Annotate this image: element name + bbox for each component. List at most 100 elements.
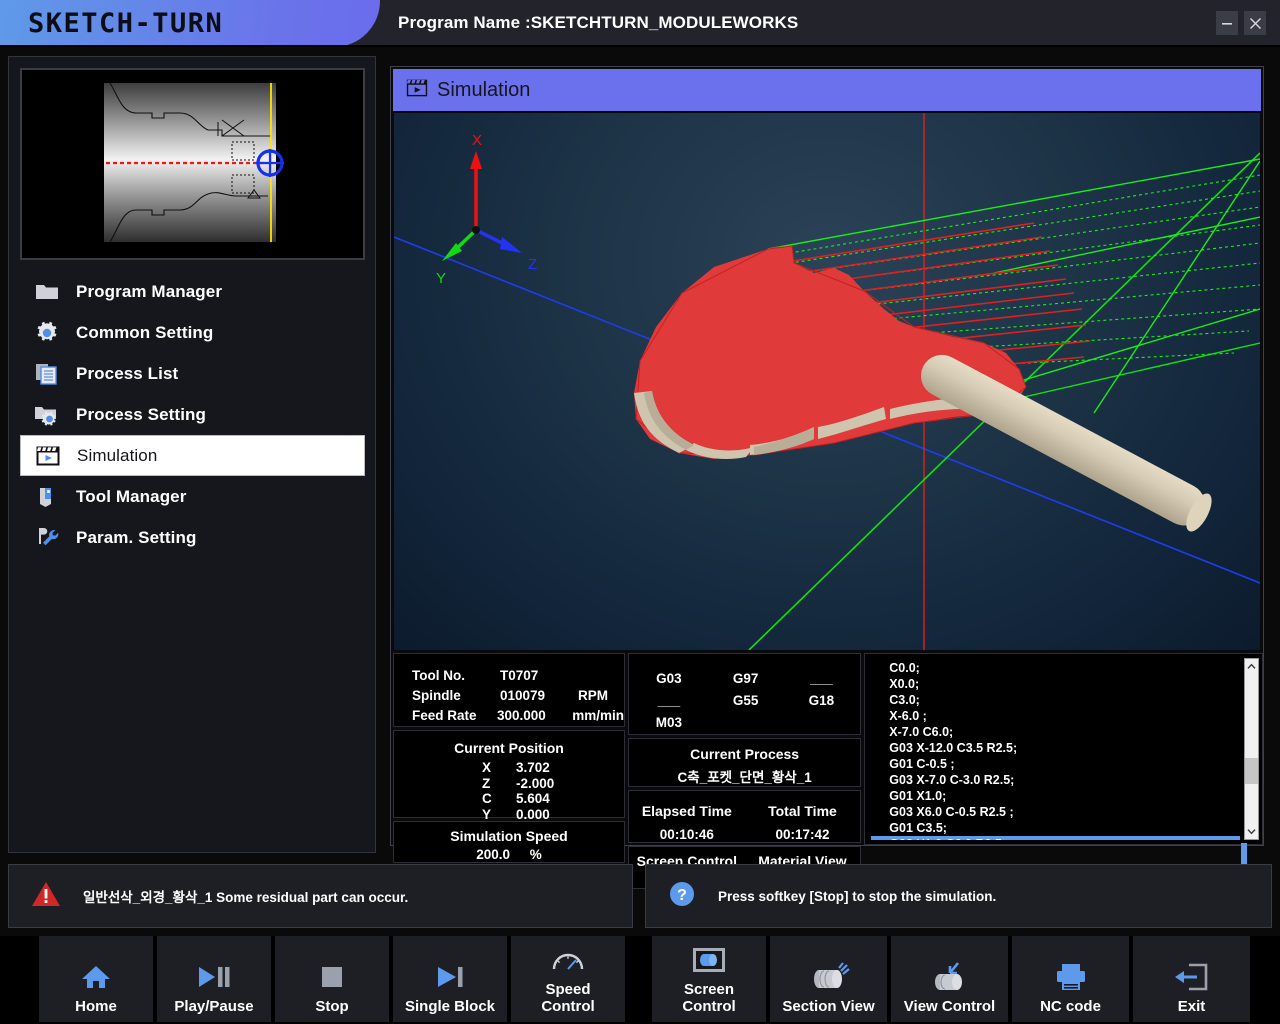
- part-profile-drawing: [22, 70, 363, 258]
- sidebar-item-label: Param. Setting: [76, 528, 196, 548]
- softkey-label: Exit: [1178, 998, 1206, 1015]
- elapsed-time-label: Elapsed Time: [629, 803, 745, 819]
- elapsed-time-block: Elapsed Time 00:10:46: [629, 803, 745, 842]
- axis-value: 0.000: [516, 807, 550, 823]
- axis-label: C: [482, 791, 516, 807]
- gcode-value: [709, 712, 783, 732]
- sidebar-item-tool-manager[interactable]: Tool Manager: [20, 476, 365, 517]
- close-button[interactable]: [1244, 11, 1266, 35]
- current-process-title: Current Process: [629, 746, 860, 762]
- softkey-label: Single Block: [405, 998, 495, 1015]
- softkey-label: Speed Control: [541, 981, 594, 1015]
- warning-message-bar: 일반선삭_외경_황삭_1 Some residual part can occu…: [8, 864, 633, 928]
- svg-text:X: X: [472, 132, 482, 149]
- screen-icon: [690, 939, 728, 981]
- play-pause-icon: [196, 956, 232, 998]
- gcode-value: [785, 712, 859, 732]
- nc-code-list-panel[interactable]: C0.0; X0.0; C3.0; X-6.0 ; X-7.0 C6.0; G0…: [864, 653, 1263, 845]
- clapperboard-icon: [35, 443, 61, 469]
- axis-value: 3.702: [516, 760, 550, 776]
- axis-value: -2.000: [516, 776, 554, 792]
- nc-code-line[interactable]: G01 X1.0;: [871, 788, 1240, 804]
- simulation-3d-viewport[interactable]: X Y Z: [394, 113, 1260, 650]
- info-message-text: Press softkey [Stop] to stop the simulat…: [718, 889, 996, 904]
- gauge-icon: [550, 939, 586, 981]
- question-circle-icon: ?: [668, 880, 696, 913]
- part-preview-thumbnail[interactable]: [20, 68, 365, 260]
- nc-code-line[interactable]: G01 C3.5;: [871, 820, 1240, 836]
- spindle-value: 010079: [500, 686, 578, 706]
- gcode-value: M03: [631, 712, 707, 732]
- sidebar-item-program-manager[interactable]: Program Manager: [20, 271, 365, 312]
- simulation-speed-cell[interactable]: Simulation Speed 200.0 %: [393, 821, 625, 863]
- sidebar-item-param-setting[interactable]: Param. Setting: [20, 517, 365, 558]
- softkey-nc-code[interactable]: NC code: [1012, 936, 1129, 1022]
- nc-code-line[interactable]: X-6.0 ;: [871, 708, 1240, 724]
- close-icon: [1249, 17, 1262, 30]
- wrench-icon: [34, 525, 60, 551]
- tool-no-row: Tool No. T0707: [412, 666, 624, 686]
- axis-label: Z: [482, 776, 516, 792]
- softkey-section-view[interactable]: Section View: [770, 936, 887, 1022]
- softkey-view-control[interactable]: View Control: [891, 936, 1008, 1022]
- gcode-modal-cell: G03 G97 ___ ___ G55 G18 M03: [628, 653, 861, 735]
- svg-text:Z: Z: [528, 256, 537, 273]
- feed-rate-label: Feed Rate: [412, 706, 497, 726]
- sidebar-item-label: Tool Manager: [76, 487, 186, 507]
- nc-code-line[interactable]: G03 X6.0 C-0.5 R2.5 ;: [871, 804, 1240, 820]
- scroll-up-icon[interactable]: [1245, 659, 1258, 674]
- softkey-home[interactable]: Home: [39, 936, 153, 1022]
- softkey-stop[interactable]: Stop: [275, 936, 389, 1022]
- softkey-label: Stop: [315, 998, 348, 1015]
- title-bar: SKETCH-TURN Program Name :SKETCHTURN_MOD…: [0, 0, 1280, 47]
- home-icon: [80, 956, 112, 998]
- sidebar-item-common-setting[interactable]: Common Setting: [20, 312, 365, 353]
- sidebar-item-simulation[interactable]: Simulation: [20, 435, 365, 476]
- nc-code-line[interactable]: C3.0;: [871, 692, 1240, 708]
- scrollbar-thumb[interactable]: [1245, 758, 1258, 784]
- current-position-title: Current Position: [394, 740, 624, 756]
- nc-code-line-selected[interactable]: G03 X1.0 C6.0 R2.5;: [871, 836, 1240, 840]
- softkey-label: Play/Pause: [174, 998, 253, 1015]
- nc-code-line[interactable]: X0.0;: [871, 676, 1240, 692]
- nc-code-scrollbar[interactable]: [1244, 658, 1259, 840]
- softkey-bar: Home Play/Pause Stop: [0, 936, 1280, 1024]
- sidebar-item-process-list[interactable]: Process List: [20, 353, 365, 394]
- document-list-icon: [34, 361, 60, 387]
- softkey-speed-control[interactable]: Speed Control: [511, 936, 625, 1022]
- minimize-button[interactable]: [1216, 11, 1238, 35]
- clapperboard-icon: [405, 76, 429, 105]
- nc-code-line[interactable]: G03 X-7.0 C-3.0 R2.5;: [871, 772, 1240, 788]
- gcode-row: ___ G55 G18: [631, 690, 858, 710]
- current-process-cell: Current Process C축_포켓_단면_황삭_1: [628, 738, 861, 787]
- nc-code-line[interactable]: C0.0;: [871, 660, 1240, 676]
- position-row-y: Y 0.000: [394, 807, 624, 823]
- softkey-single-block[interactable]: Single Block: [393, 936, 507, 1022]
- sidebar-item-process-setting[interactable]: Process Setting: [20, 394, 365, 435]
- nc-code-line[interactable]: G01 C-0.5 ;: [871, 756, 1240, 772]
- spindle-label: Spindle: [412, 686, 500, 706]
- feed-rate-unit: mm/min: [572, 706, 624, 726]
- spindle-unit: RPM: [578, 686, 608, 706]
- printer-icon: [1054, 956, 1088, 998]
- softkey-label: NC code: [1040, 998, 1101, 1015]
- view-control-icon: [928, 956, 972, 998]
- softkey-label: Section View: [782, 998, 874, 1015]
- gcode-value: ___: [785, 668, 859, 688]
- axis-indicator: X Y Z: [436, 132, 537, 287]
- softkey-play-pause[interactable]: Play/Pause: [157, 936, 271, 1022]
- single-block-icon: [434, 956, 466, 998]
- current-position-cell: Current Position X 3.702 Z -2.000 C 5.60…: [393, 730, 625, 818]
- total-time-label: Total Time: [745, 803, 861, 819]
- softkey-screen-control[interactable]: Screen Control: [652, 936, 766, 1022]
- gcode-value: G97: [709, 668, 783, 688]
- position-row-x: X 3.702: [394, 760, 624, 776]
- feed-rate-value: 300.000: [497, 706, 572, 726]
- softkey-exit[interactable]: Exit: [1133, 936, 1250, 1022]
- simulation-header-title: Simulation: [437, 79, 530, 102]
- scroll-down-icon[interactable]: [1245, 824, 1258, 839]
- sidebar-item-label: Process Setting: [76, 405, 206, 425]
- nc-code-line[interactable]: X-7.0 C6.0;: [871, 724, 1240, 740]
- tool-info-cell: Tool No. T0707 Spindle 010079 RPM Feed R…: [393, 653, 625, 727]
- nc-code-line[interactable]: G03 X-12.0 C3.5 R2.5;: [871, 740, 1240, 756]
